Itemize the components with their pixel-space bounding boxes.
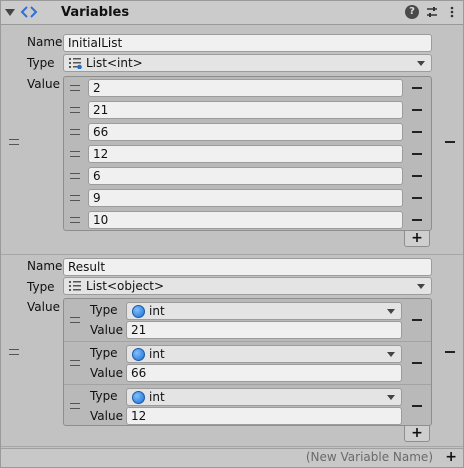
list-item: 66 <box>64 121 431 143</box>
list-item: Type int Value 66 <box>64 342 431 384</box>
remove-icon[interactable] <box>412 109 422 111</box>
entry-value-field[interactable]: 66 <box>126 364 402 382</box>
kebab-menu-icon[interactable] <box>445 5 459 19</box>
entry-value-label: Value <box>90 409 123 423</box>
value-label: Value <box>27 77 60 91</box>
value-list: 2 21 66 12 6 9 10 <box>63 76 432 231</box>
list-item-value[interactable]: 2 <box>88 79 403 97</box>
list-item-value[interactable]: 10 <box>88 211 403 229</box>
foldout-arrow-icon[interactable] <box>5 9 15 16</box>
list-item: 21 <box>64 99 431 121</box>
list-item: 10 <box>64 209 431 231</box>
drag-handle-icon[interactable] <box>70 85 80 91</box>
remove-icon[interactable] <box>412 319 422 321</box>
int-type-icon <box>132 305 145 318</box>
remove-icon[interactable] <box>412 197 422 199</box>
help-icon[interactable]: ? <box>405 5 419 19</box>
drag-handle-icon[interactable] <box>70 129 80 135</box>
add-item-button[interactable]: + <box>404 426 430 442</box>
entry-type-label: Type <box>90 303 118 317</box>
entry-type-label: Type <box>90 346 118 360</box>
variable-type-value: List<int> <box>86 56 143 70</box>
remove-icon[interactable] <box>412 405 422 407</box>
type-label: Type <box>27 280 55 294</box>
presets-icon[interactable] <box>425 5 439 19</box>
panel-header: Variables ? <box>1 1 463 25</box>
chevron-down-icon <box>387 352 395 357</box>
list-item: 12 <box>64 143 431 165</box>
name-label: Name <box>27 259 63 273</box>
panel-title: Variables <box>61 5 130 20</box>
entry-type-dropdown[interactable]: int <box>126 302 402 320</box>
drag-handle-icon[interactable] <box>9 349 19 355</box>
list-item: 9 <box>64 187 431 209</box>
add-item-button[interactable]: + <box>404 231 430 247</box>
drag-handle-icon[interactable] <box>70 173 80 179</box>
variables-panel: Variables ? Name InitialList Type List<i… <box>0 0 464 468</box>
remove-icon[interactable] <box>412 131 422 133</box>
list-type-icon <box>69 281 81 291</box>
entry-type-value: int <box>149 347 165 361</box>
list-item: Type int Value 21 <box>64 299 431 341</box>
list-item-value[interactable]: 66 <box>88 123 403 141</box>
int-type-icon <box>132 348 145 361</box>
value-label: Value <box>27 300 60 314</box>
remove-icon[interactable] <box>412 362 422 364</box>
variable-initiallist: Name InitialList Type List<int> Value 2 … <box>1 26 463 255</box>
drag-handle-icon[interactable] <box>70 107 80 113</box>
remove-icon[interactable] <box>412 219 422 221</box>
type-label: Type <box>27 56 55 70</box>
drag-handle-icon[interactable] <box>70 403 80 409</box>
variable-name-field[interactable]: Result <box>63 258 432 276</box>
entry-value-label: Value <box>90 366 123 380</box>
list-item: 6 <box>64 165 431 187</box>
drag-handle-icon[interactable] <box>70 317 80 323</box>
list-item: 2 <box>64 77 431 99</box>
remove-icon[interactable] <box>412 153 422 155</box>
name-label: Name <box>27 35 63 49</box>
chevron-down-icon <box>387 309 395 314</box>
remove-icon[interactable] <box>412 87 422 89</box>
remove-variable-icon[interactable] <box>445 141 455 143</box>
variable-type-dropdown[interactable]: List<int> <box>63 54 432 72</box>
int-type-icon <box>132 391 145 404</box>
entry-type-dropdown[interactable]: int <box>126 388 402 406</box>
remove-icon[interactable] <box>412 175 422 177</box>
new-variable-name-input[interactable]: (New Variable Name) <box>306 450 433 464</box>
chevron-down-icon <box>417 284 425 289</box>
variable-result: Name Result Type List<object> Value Type… <box>1 256 463 447</box>
drag-handle-icon[interactable] <box>70 360 80 366</box>
code-brackets-icon <box>20 6 38 18</box>
chevron-down-icon <box>387 395 395 400</box>
chevron-down-icon <box>417 61 425 66</box>
drag-handle-icon[interactable] <box>9 139 19 145</box>
add-variable-button[interactable]: + <box>445 449 457 465</box>
variable-type-value: List<object> <box>86 279 165 293</box>
drag-handle-icon[interactable] <box>70 217 80 223</box>
entry-type-value: int <box>149 304 165 318</box>
entry-type-label: Type <box>90 389 118 403</box>
drag-handle-icon[interactable] <box>70 151 80 157</box>
list-item-value[interactable]: 12 <box>88 145 403 163</box>
value-list: Type int Value 21 Type int Value 66 Type… <box>63 298 432 426</box>
list-item-value[interactable]: 21 <box>88 101 403 119</box>
variable-type-dropdown[interactable]: List<object> <box>63 277 432 295</box>
entry-type-value: int <box>149 390 165 404</box>
list-item: Type int Value 12 <box>64 385 431 427</box>
remove-variable-icon[interactable] <box>445 351 455 353</box>
drag-handle-icon[interactable] <box>70 195 80 201</box>
entry-type-dropdown[interactable]: int <box>126 345 402 363</box>
list-item-value[interactable]: 6 <box>88 167 403 185</box>
new-variable-bar: (New Variable Name) + <box>1 448 463 467</box>
entry-value-label: Value <box>90 323 123 337</box>
entry-value-field[interactable]: 21 <box>126 321 402 339</box>
entry-value-field[interactable]: 12 <box>126 407 402 425</box>
variable-name-field[interactable]: InitialList <box>63 34 432 52</box>
list-type-icon <box>69 58 82 69</box>
list-item-value[interactable]: 9 <box>88 189 403 207</box>
